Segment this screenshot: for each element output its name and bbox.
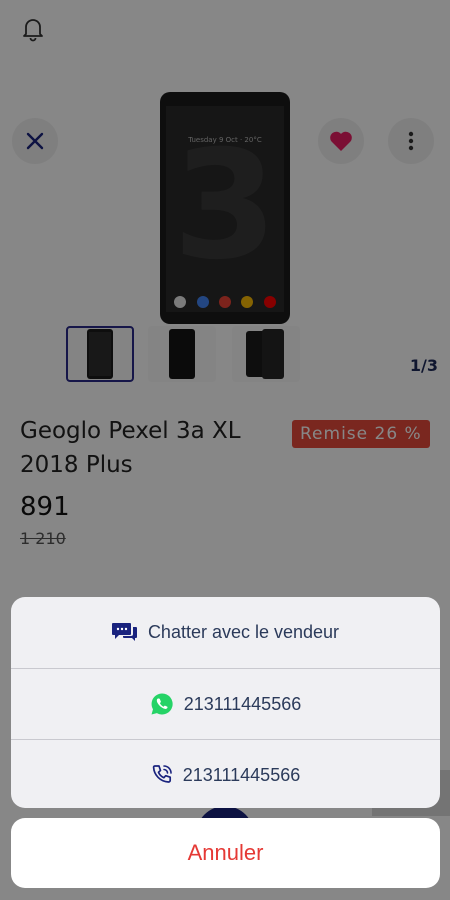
contact-action-sheet: Chatter avec le vendeur 213111445566 213… (11, 597, 440, 808)
chat-with-seller-option[interactable]: Chatter avec le vendeur (11, 597, 440, 667)
phone-call-option[interactable]: 213111445566 (11, 739, 440, 808)
whatsapp-number: 213111445566 (183, 693, 302, 714)
whatsapp-option[interactable]: 213111445566 (11, 668, 440, 739)
cancel-button[interactable]: Annuler (11, 818, 440, 888)
chat-icon (111, 623, 137, 641)
phone-call-icon (152, 765, 172, 783)
whatsapp-icon (151, 693, 173, 715)
phone-number: 213111445566 (182, 764, 301, 785)
chat-option-label: Chatter avec le vendeur (147, 621, 340, 642)
